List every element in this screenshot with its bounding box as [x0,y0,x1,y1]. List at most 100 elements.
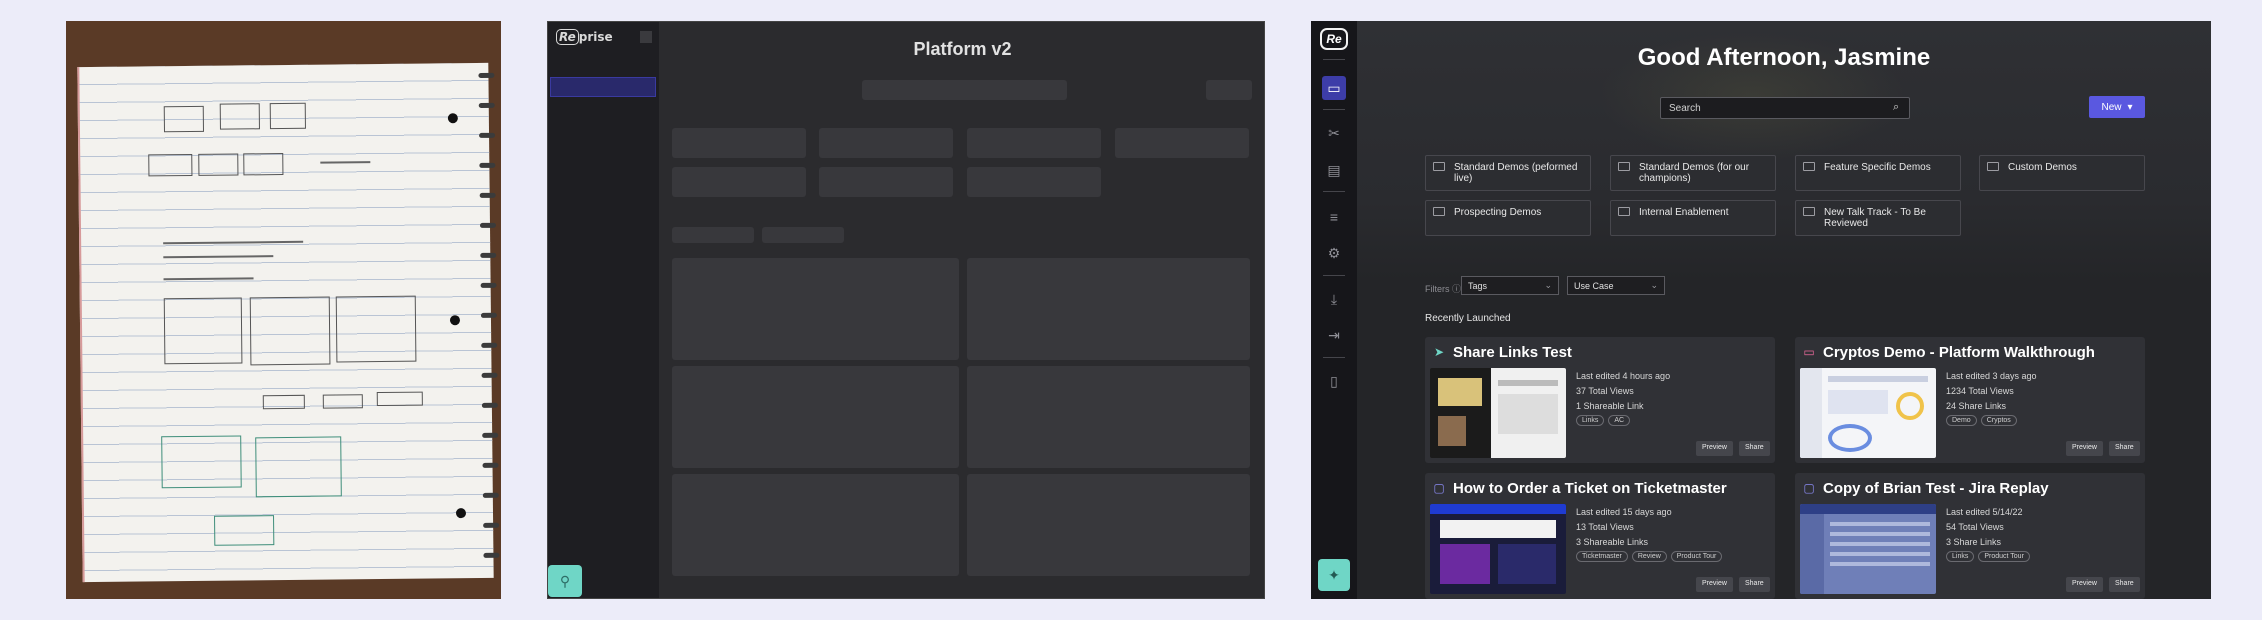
reprise-logo[interactable]: Re [1320,28,1348,50]
folder-tile[interactable]: Prospecting Demos [1425,200,1591,236]
archive-icon[interactable]: ▤ [1322,158,1346,182]
preview-button[interactable]: Preview [1696,441,1733,456]
thumbnail-preview-block [1498,544,1556,584]
thumbnail-preview-block [1800,514,1824,594]
tags-dropdown[interactable]: Tags ⌄ [1461,276,1559,295]
demo-thumbnail[interactable] [1430,504,1566,594]
tag-list: Ticketmaster Review Product Tour [1576,551,1723,562]
sidebar-divider [1323,109,1345,110]
share-links-text: 3 Share Links [1946,537,2002,547]
handwriting [320,161,371,164]
thumbnail-preview-block [1498,380,1558,386]
active-nav-item-placeholder [550,77,656,97]
demo-thumbnail[interactable] [1800,368,1936,458]
magic-wand-icon[interactable]: ✦ [1318,559,1350,591]
tag-chip[interactable]: Product Tour [1670,551,1723,562]
punch-hole [447,113,458,124]
search-icon[interactable]: ⌕ [1893,101,1899,114]
sidebar-divider [1323,191,1345,192]
analytics-icon[interactable]: ≡ [1322,205,1346,229]
thumbnail-preview-block [1498,394,1558,434]
tag-chip[interactable]: Demo [1946,415,1977,426]
folder-icon[interactable]: ▭ [1322,76,1346,100]
app-dashboard: Re ▭ ✂ ▤ ≡ ⚙ ⤓ ⇥ ▯ ✦ Good Afternoon, Jas… [1311,21,2211,599]
skeleton-filter [672,227,754,243]
folder-label: New Talk Track - To Be Reviewed [1824,207,1926,229]
demo-card-title[interactable]: Cryptos Demo - Platform Walkthrough [1823,344,2095,361]
thumbnail-preview-block [1828,376,1928,382]
tag-chip[interactable]: Ticketmaster [1576,551,1628,562]
window-icon: ▭ [1803,345,1815,359]
thumbnail-preview-block [1440,520,1556,538]
magic-wand-icon[interactable]: ⚲ [548,565,582,597]
demo-card-title[interactable]: How to Order a Ticket on Ticketmaster [1453,480,1727,497]
thumbnail-preview-block [1438,378,1482,406]
sketch-box [262,394,305,410]
punch-hole [449,315,461,326]
tag-chip[interactable]: Product Tour [1978,551,2030,562]
thumbnail-preview-block [1830,542,1930,546]
preview-button[interactable]: Preview [1696,577,1733,592]
demo-card-title[interactable]: Copy of Brian Test - Jira Replay [1823,480,2049,497]
download-icon[interactable]: ⤓ [1322,287,1346,311]
tag-chip[interactable]: Links [1946,551,1975,562]
folder-label: Feature Specific Demos [1824,162,1931,173]
settings-icon[interactable]: ⚙ [1322,241,1346,265]
share-button[interactable]: Share [1739,577,1770,592]
tag-chip[interactable]: Links [1576,415,1605,426]
chevron-down-icon: ⌄ [1650,280,1658,290]
demo-thumbnail[interactable] [1800,504,1936,594]
use-case-dropdown[interactable]: Use Case ⌄ [1567,276,1665,295]
folder-tile[interactable]: Standard Demos (peformed live) [1425,155,1591,191]
preview-button[interactable]: Preview [2066,441,2103,456]
demo-thumbnail[interactable] [1430,368,1566,458]
folder-label: Standard Demos (peformed live) [1454,162,1578,184]
folder-icon [1433,207,1445,216]
folder-tile[interactable]: Feature Specific Demos [1795,155,1961,191]
chevron-down-icon: ⌄ [1544,280,1552,290]
new-button[interactable]: New ▾ [2089,96,2145,118]
tools-icon[interactable]: ✂ [1322,121,1346,145]
sidebar-divider [1323,275,1345,276]
skeleton-folder [1115,128,1249,158]
folder-icon [1618,162,1630,171]
skeleton-folder [672,128,806,158]
folder-label: Custom Demos [2008,162,2077,173]
share-button[interactable]: Share [2109,577,2140,592]
tag-chip[interactable]: AC [1608,415,1631,426]
share-button[interactable]: Share [1739,441,1770,456]
collapse-icon[interactable] [640,31,652,43]
tag-chip[interactable]: Cryptos [1980,415,2017,426]
folder-label: Internal Enablement [1639,207,1729,218]
skeleton-card [967,474,1250,576]
last-edited-text: Last edited 3 days ago [1946,371,2037,381]
demo-card[interactable]: ▢ How to Order a Ticket on Ticketmaster … [1425,473,1775,599]
demo-card[interactable]: ➤ Share Links Test Last edited 4 hours a… [1425,337,1775,463]
folder-tile[interactable]: Internal Enablement [1610,200,1776,236]
tag-chip[interactable]: Review [1631,551,1667,562]
sketch-box [163,297,243,365]
thumbnail-preview-block [1438,416,1466,446]
skeleton-card [672,474,959,576]
preview-button[interactable]: Preview [2066,577,2103,592]
skeleton-button [1206,80,1252,100]
book-icon[interactable]: ▯ [1322,369,1346,393]
demo-card[interactable]: ▭ Cryptos Demo - Platform Walkthrough La… [1795,337,2145,463]
spiral-ring [480,312,497,318]
main-content: Good Afternoon, Jasmine Search ⌕ New ▾ S… [1357,21,2211,599]
thumbnail-preview-block [1828,390,1888,414]
folder-tile[interactable]: Standard Demos (for our champions) [1610,155,1776,191]
tags-dropdown-label: Tags [1468,281,1488,291]
demo-card[interactable]: ▢ Copy of Brian Test - Jira Replay Last … [1795,473,2145,599]
tag-list: Links AC [1576,415,1631,426]
skeleton-folder [819,128,953,158]
demo-card-title[interactable]: Share Links Test [1453,344,1572,361]
share-button[interactable]: Share [2109,441,2140,456]
folder-tile[interactable]: Custom Demos [1979,155,2145,191]
spiral-ring [483,522,500,528]
search-input[interactable]: Search [1660,97,1910,119]
total-views-text: 54 Total Views [1946,522,2004,532]
last-edited-text: Last edited 15 days ago [1576,507,1672,517]
folder-tile[interactable]: New Talk Track - To Be Reviewed [1795,200,1961,236]
logout-icon[interactable]: ⇥ [1322,323,1346,347]
